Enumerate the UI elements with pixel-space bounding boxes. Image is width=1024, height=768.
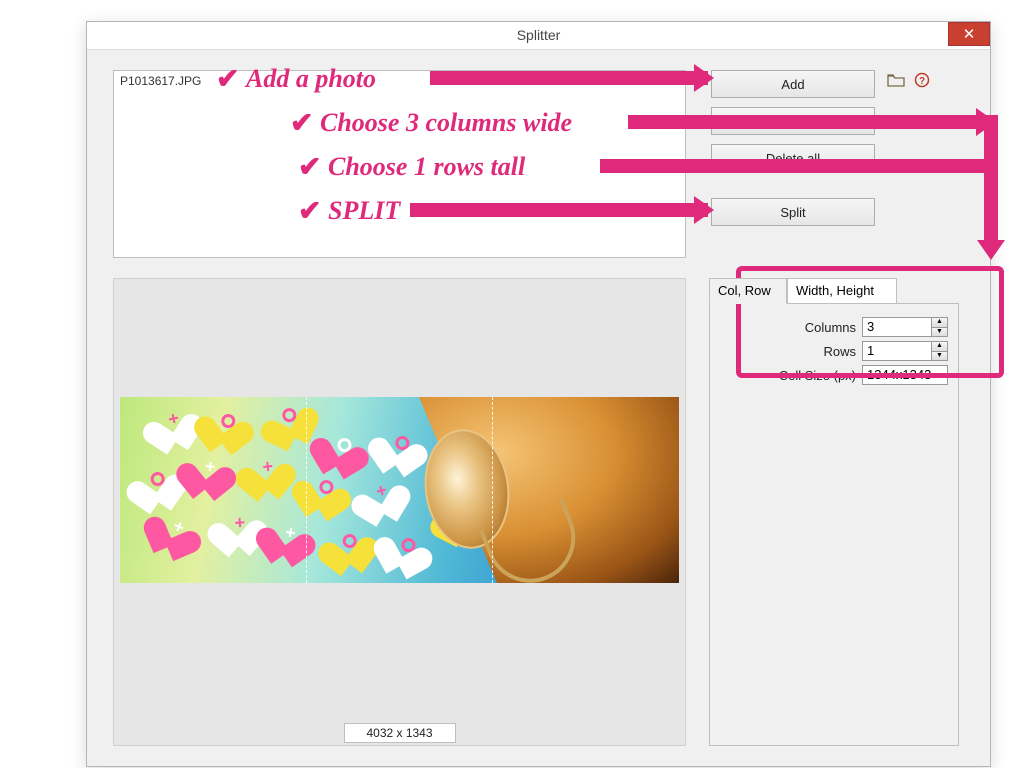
rows-label: Rows (823, 344, 856, 359)
delete-all-button[interactable]: Delete all (711, 144, 875, 172)
image-dimensions-status: 4032 x 1343 (344, 723, 456, 743)
action-buttons: Add Delete Delete all Split (711, 70, 875, 235)
cellsize-value: 1344x1343 (862, 365, 948, 385)
heart-icon: + (246, 449, 290, 489)
folder-icon[interactable] (887, 71, 905, 89)
tab-col-row[interactable]: Col, Row (709, 278, 787, 304)
split-guide-line (492, 397, 493, 583)
rows-step-down[interactable]: ▼ (931, 352, 947, 361)
heart-icon (135, 460, 181, 502)
window-body: P1013617.JPG Add Delete Delete all Split… (97, 56, 980, 756)
preview-pane[interactable]: + + + + + + + (113, 278, 686, 746)
file-list-item[interactable]: P1013617.JPG (114, 71, 685, 91)
tab-width-height[interactable]: Width, Height (787, 278, 897, 304)
rows-value[interactable]: 1 (863, 342, 931, 360)
split-guide-line (306, 397, 307, 583)
settings-panel: Col, Row Width, Height Columns 3 ▲ ▼ Row… (709, 278, 959, 746)
columns-step-up[interactable]: ▲ (931, 318, 947, 328)
columns-label: Columns (805, 320, 856, 335)
add-button[interactable]: Add (711, 70, 875, 98)
columns-value[interactable]: 3 (863, 318, 931, 336)
rows-row: Rows 1 ▲ ▼ (823, 340, 948, 362)
heart-icon: + (188, 449, 232, 489)
titlebar: Splitter ✕ (87, 22, 990, 50)
delete-button[interactable]: Delete (711, 107, 875, 135)
rows-spinner[interactable]: 1 ▲ ▼ (862, 341, 948, 361)
columns-spinner[interactable]: 3 ▲ ▼ (862, 317, 948, 337)
file-list[interactable]: P1013617.JPG (113, 70, 686, 258)
rows-step-up[interactable]: ▲ (931, 342, 947, 352)
heart-icon: + (358, 471, 406, 516)
heart-icon (206, 402, 251, 443)
tab-body: Columns 3 ▲ ▼ Rows 1 ▲ (709, 303, 959, 746)
tabs: Col, Row Width, Height (709, 278, 959, 304)
bucket-illustration (419, 397, 679, 583)
help-icon[interactable]: ? (913, 71, 931, 89)
columns-step-down[interactable]: ▼ (931, 328, 947, 337)
split-button[interactable]: Split (711, 198, 875, 226)
cellsize-label: Cell Size (px) (779, 368, 856, 383)
close-button[interactable]: ✕ (948, 22, 990, 46)
heart-icon: + (151, 399, 198, 443)
columns-row: Columns 3 ▲ ▼ (805, 316, 948, 338)
cellsize-row: Cell Size (px) 1344x1343 (779, 364, 948, 386)
window-title: Splitter (517, 27, 561, 43)
svg-text:?: ? (919, 76, 925, 87)
heart-icon (379, 424, 425, 466)
toolbar-icons: ? (887, 71, 931, 89)
close-icon: ✕ (963, 26, 976, 43)
heart-icon (303, 467, 350, 511)
splitter-window: Splitter ✕ P1013617.JPG Add Delete Delet… (86, 21, 991, 767)
preview-image: + + + + + + + (120, 397, 679, 583)
heart-icon (328, 522, 373, 563)
